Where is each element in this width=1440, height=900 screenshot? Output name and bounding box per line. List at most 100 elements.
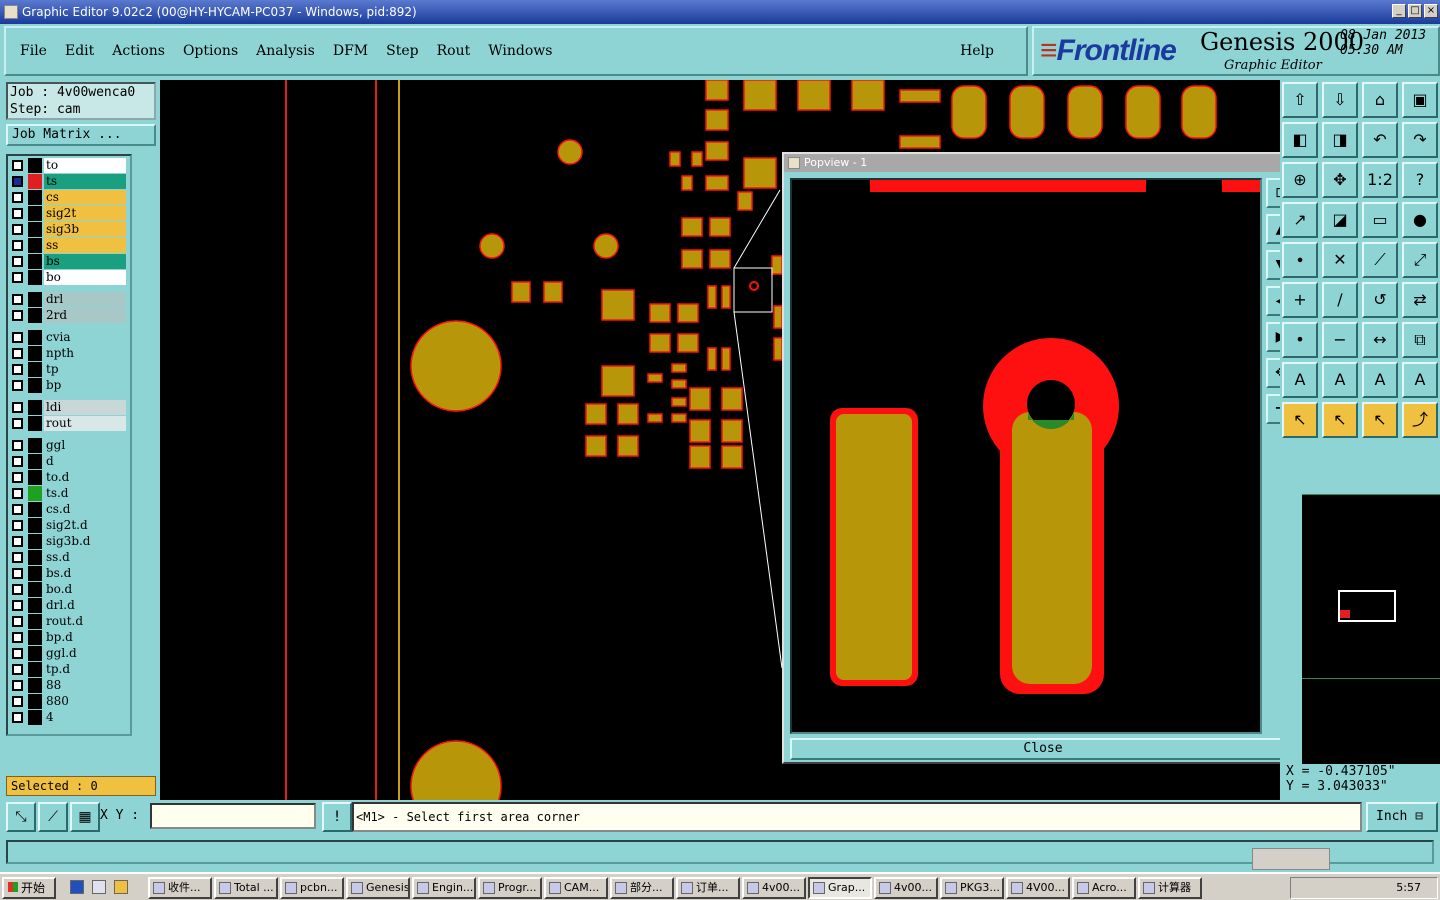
select2-icon[interactable]: ↖ bbox=[1322, 402, 1358, 438]
window-icon[interactable]: ▣ bbox=[1402, 82, 1438, 118]
unit-selector[interactable]: Inch ⊟ bbox=[1366, 802, 1438, 832]
pad-icon[interactable]: ● bbox=[1402, 202, 1438, 238]
layer-name[interactable]: sig3b.d bbox=[44, 534, 126, 549]
job-matrix-button[interactable]: Job Matrix ... bbox=[6, 124, 156, 146]
layer-row-to-d[interactable]: to.d bbox=[10, 470, 128, 485]
menu-dfm[interactable]: DFM bbox=[333, 43, 368, 59]
layer-checkbox[interactable] bbox=[12, 160, 23, 171]
layer-row-bs-d[interactable]: bs.d bbox=[10, 566, 128, 581]
layer-row-d[interactable]: d bbox=[10, 454, 128, 469]
taskbar-item[interactable]: Grap... bbox=[808, 877, 872, 899]
exclamation-icon[interactable]: ! bbox=[322, 802, 352, 832]
layer-color-swatch[interactable] bbox=[28, 550, 42, 565]
ie-icon[interactable] bbox=[70, 880, 84, 894]
layer-checkbox[interactable] bbox=[12, 208, 23, 219]
layer-name[interactable]: sig2t bbox=[44, 206, 126, 221]
taskbar-item[interactable]: Progr... bbox=[478, 877, 542, 899]
popview-canvas[interactable] bbox=[790, 178, 1262, 734]
layer-color-swatch[interactable] bbox=[28, 222, 42, 237]
quicklaunch-icon[interactable] bbox=[114, 880, 128, 894]
start-button[interactable]: 开始 bbox=[2, 877, 56, 899]
layer-name[interactable]: 88 bbox=[44, 678, 126, 693]
taskbar-item[interactable]: 订单... bbox=[676, 877, 740, 899]
text-a2-icon[interactable]: A bbox=[1322, 362, 1358, 398]
popview-close-button[interactable]: Close bbox=[790, 738, 1296, 760]
maximize-button[interactable]: □ bbox=[1408, 4, 1422, 18]
layer-row-ss-d[interactable]: ss.d bbox=[10, 550, 128, 565]
layer-color-swatch[interactable] bbox=[28, 566, 42, 581]
layer-checkbox[interactable] bbox=[12, 600, 23, 611]
layer-name[interactable]: rout bbox=[44, 416, 126, 431]
layer-checkbox[interactable] bbox=[12, 616, 23, 627]
layer-name[interactable]: 2rd bbox=[44, 308, 126, 323]
layer-color-swatch[interactable] bbox=[28, 662, 42, 677]
layer-checkbox[interactable] bbox=[12, 680, 23, 691]
undo-icon[interactable]: ↶ bbox=[1362, 122, 1398, 158]
minimap[interactable] bbox=[1302, 494, 1440, 764]
layer-color-swatch[interactable] bbox=[28, 254, 42, 269]
layer-name[interactable]: ss.d bbox=[44, 550, 126, 565]
layer-row-tp[interactable]: tp bbox=[10, 362, 128, 377]
grid-icon[interactable]: ▦ bbox=[70, 802, 100, 832]
layer-checkbox[interactable] bbox=[12, 536, 23, 547]
layer-row-2rd[interactable]: 2rd bbox=[10, 308, 128, 323]
layer-name[interactable]: bp bbox=[44, 378, 126, 393]
redo-icon[interactable]: ↷ bbox=[1402, 122, 1438, 158]
layer-row-ggl[interactable]: ggl bbox=[10, 438, 128, 453]
layer-row-sig3b-d[interactable]: sig3b.d bbox=[10, 534, 128, 549]
layer-checkbox[interactable] bbox=[12, 272, 23, 283]
layer-color-swatch[interactable] bbox=[28, 630, 42, 645]
layer-row-to[interactable]: to bbox=[10, 158, 128, 173]
layer-checkbox[interactable] bbox=[12, 418, 23, 429]
layer-checkbox[interactable] bbox=[12, 472, 23, 483]
copy-icon[interactable]: ⧉ bbox=[1402, 322, 1438, 358]
layer-name[interactable]: ts.d bbox=[44, 486, 126, 501]
layer-name[interactable]: ggl bbox=[44, 438, 126, 453]
taskbar-item[interactable]: Acro... bbox=[1072, 877, 1136, 899]
layer-row-ts[interactable]: ts bbox=[10, 174, 128, 189]
layer-checkbox[interactable] bbox=[12, 332, 23, 343]
layer-name[interactable]: sig2t.d bbox=[44, 518, 126, 533]
layer-color-swatch[interactable] bbox=[28, 308, 42, 323]
layer-row-bo[interactable]: bo bbox=[10, 270, 128, 285]
line-icon[interactable]: ⟋ bbox=[1362, 242, 1398, 278]
layer-color-swatch[interactable] bbox=[28, 694, 42, 709]
layer-color-swatch[interactable] bbox=[28, 582, 42, 597]
taskbar-item[interactable]: 4v00... bbox=[742, 877, 806, 899]
layer-row-sig2t-d[interactable]: sig2t.d bbox=[10, 518, 128, 533]
layer-row-rout[interactable]: rout bbox=[10, 416, 128, 431]
layer-checkbox[interactable] bbox=[12, 456, 23, 467]
layer-name[interactable]: sig3b bbox=[44, 222, 126, 237]
home-down-icon[interactable]: ⇩ bbox=[1322, 82, 1358, 118]
layer-checkbox[interactable] bbox=[12, 584, 23, 595]
layer-checkbox[interactable] bbox=[12, 192, 23, 203]
taskbar-item[interactable]: Engin... bbox=[412, 877, 476, 899]
layer-name[interactable]: cs.d bbox=[44, 502, 126, 517]
layer-name[interactable]: rout.d bbox=[44, 614, 126, 629]
layer-row-rout-d[interactable]: rout.d bbox=[10, 614, 128, 629]
snap-red-icon[interactable]: ∙ bbox=[1282, 242, 1318, 278]
text-a3-icon[interactable]: A bbox=[1362, 362, 1398, 398]
layer-color-swatch[interactable] bbox=[28, 292, 42, 307]
select-icon[interactable]: ↖ bbox=[1282, 402, 1318, 438]
house-icon[interactable]: ⌂ bbox=[1362, 82, 1398, 118]
layer-checkbox[interactable] bbox=[12, 256, 23, 267]
menu-edit[interactable]: Edit bbox=[65, 43, 94, 59]
layer-name[interactable]: cs bbox=[44, 190, 126, 205]
menu-actions[interactable]: Actions bbox=[112, 43, 165, 59]
layer-checkbox[interactable] bbox=[12, 664, 23, 675]
menu-step[interactable]: Step bbox=[386, 43, 418, 59]
layer-row-ggl-d[interactable]: ggl.d bbox=[10, 646, 128, 661]
layer-checkbox[interactable] bbox=[12, 520, 23, 531]
menu-analysis[interactable]: Analysis bbox=[256, 43, 315, 59]
layer-name[interactable]: tp.d bbox=[44, 662, 126, 677]
layer-row-cvia[interactable]: cvia bbox=[10, 330, 128, 345]
layer-name[interactable]: bo bbox=[44, 270, 126, 285]
layer-name[interactable]: to bbox=[44, 158, 126, 173]
layer-row-npth[interactable]: npth bbox=[10, 346, 128, 361]
popview-title-bar[interactable]: Popview - 1 × bbox=[784, 154, 1300, 172]
layer-row-tp-d[interactable]: tp.d bbox=[10, 662, 128, 677]
layer-row-88[interactable]: 88 bbox=[10, 678, 128, 693]
layer-checkbox[interactable] bbox=[12, 648, 23, 659]
layer-name[interactable]: ss bbox=[44, 238, 126, 253]
